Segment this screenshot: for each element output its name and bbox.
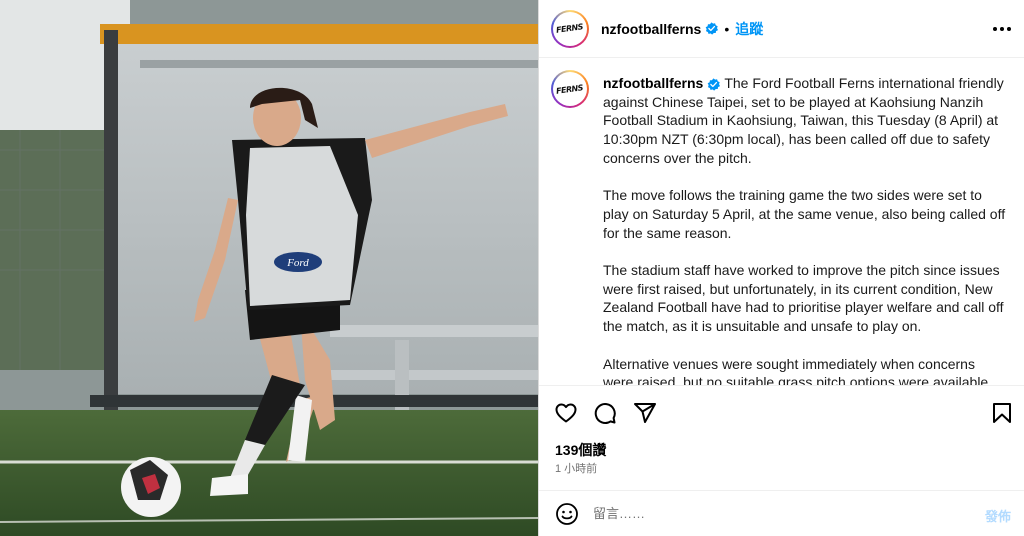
comment-input[interactable] [593, 506, 953, 521]
action-bar [539, 394, 1024, 430]
post-details-panel: FERNS nzfootballferns • 追蹤 FERNS nzfootb… [538, 0, 1024, 536]
post-timestamp[interactable]: 1 小時前 [555, 460, 597, 476]
bookmark-icon[interactable] [989, 400, 1015, 426]
caption-paragraph: The move follows the training game the t… [603, 187, 1006, 241]
share-icon[interactable] [632, 400, 658, 426]
post-comment-button[interactable]: 發佈 [985, 506, 1011, 525]
caption-paragraph: Alternative venues were sought immediate… [603, 355, 993, 386]
football [121, 457, 181, 517]
verified-badge-icon [705, 22, 719, 35]
caption-scroll-area[interactable]: FERNS nzfootballferns The Ford Football F… [539, 58, 1024, 386]
caption-username-link[interactable]: nzfootballferns [603, 75, 703, 91]
comment-bar: 發佈 [539, 490, 1024, 536]
emoji-icon[interactable] [555, 502, 579, 526]
caption-account-logo: FERNS [555, 82, 585, 96]
caption-paragraph: The stadium staff have worked to improve… [603, 262, 1004, 335]
post-photo-illustration: Ford [0, 0, 538, 536]
caption-text: nzfootballferns The Ford Football Ferns i… [603, 74, 1007, 386]
post-header: FERNS nzfootballferns • 追蹤 [539, 0, 1024, 58]
caption-paragraph: nzfootballferns The Ford Football Ferns i… [603, 75, 1004, 166]
account-logo: FERNS [555, 22, 585, 35]
like-count[interactable]: 139個讚 [555, 440, 606, 460]
sponsor-logo: Ford [286, 257, 309, 269]
heart-icon[interactable] [553, 400, 579, 426]
username-link[interactable]: nzfootballferns [601, 21, 701, 37]
post-image[interactable]: Ford [0, 0, 538, 536]
follow-button[interactable]: 追蹤 [735, 19, 763, 39]
more-options-icon[interactable] [993, 20, 1011, 38]
separator-dot: • [724, 20, 730, 37]
comment-icon[interactable] [592, 400, 618, 426]
verified-badge-icon [707, 78, 721, 91]
avatar[interactable]: FERNS [551, 9, 589, 48]
caption-avatar[interactable]: FERNS [551, 70, 589, 108]
